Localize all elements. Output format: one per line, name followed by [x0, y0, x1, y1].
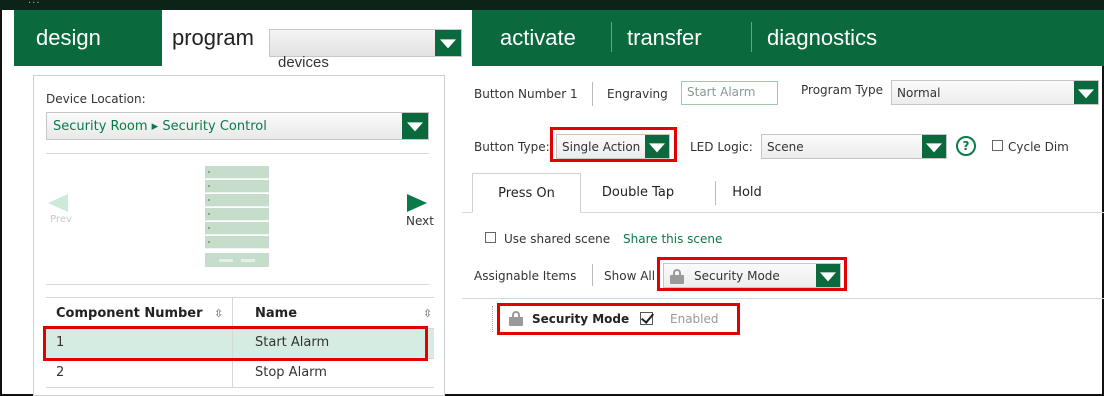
- cell-name: Start Alarm: [255, 335, 330, 350]
- tab-double-tap[interactable]: Double Tap: [588, 173, 688, 213]
- column-header-name[interactable]: Name ⇳: [233, 298, 434, 328]
- cell-name: Stop Alarm: [255, 365, 327, 380]
- engraving-label: Engraving: [607, 87, 668, 101]
- assignable-filter-select[interactable]: Security Mode: [663, 263, 841, 288]
- use-shared-scene-label: Use shared scene: [504, 232, 611, 246]
- use-shared-scene-checkbox[interactable]: [485, 232, 496, 243]
- share-scene-link[interactable]: Share this scene: [623, 232, 722, 246]
- divider: [715, 181, 716, 205]
- chevron-down-icon[interactable]: [816, 264, 840, 287]
- keypad-button: [205, 208, 269, 221]
- tab-program[interactable]: program devices: [162, 10, 472, 71]
- lock-icon: [670, 269, 684, 284]
- divider: [462, 298, 1104, 299]
- enabled-checkbox[interactable]: [640, 312, 653, 325]
- chevron-down-icon[interactable]: [1074, 81, 1098, 104]
- button-number-label: Button Number 1: [474, 87, 578, 101]
- chevron-down-icon[interactable]: [645, 135, 669, 158]
- tab-design[interactable]: design: [36, 10, 101, 66]
- tree-line: [492, 306, 493, 332]
- program-type-label: Program Type: [801, 83, 884, 97]
- button-type-label: Button Type:: [474, 140, 550, 154]
- nav-divider: [751, 22, 752, 52]
- led-logic-value: Scene: [767, 140, 804, 154]
- keypad-button: [205, 194, 269, 207]
- chevron-down-icon[interactable]: [402, 113, 428, 139]
- divider: [46, 284, 429, 285]
- device-location-select[interactable]: Security Room ▸ Security Control: [46, 112, 429, 140]
- prev-button[interactable]: Prev: [44, 194, 78, 225]
- cycle-dim-checkbox[interactable]: [992, 140, 1003, 151]
- program-type-value: Normal: [897, 86, 941, 100]
- keypad-button: [205, 166, 269, 179]
- component-table: Component Number ⇳ Name ⇳ 1 Start Alarm …: [46, 297, 434, 388]
- table-row[interactable]: 1 Start Alarm: [46, 329, 434, 359]
- prev-label: Prev: [50, 214, 72, 225]
- chevron-down-icon[interactable]: [922, 135, 946, 158]
- led-logic-label: LED Logic:: [690, 140, 753, 154]
- tab-program-label[interactable]: program: [172, 25, 254, 50]
- device-location-value: Security Room ▸ Security Control: [53, 119, 267, 134]
- main-nav: design program devices activate transfer…: [14, 10, 1104, 71]
- engraving-input[interactable]: Start Alarm: [681, 81, 778, 105]
- cell-component-number: 2: [46, 359, 233, 387]
- arrow-right-icon: [407, 194, 427, 212]
- tab-activate[interactable]: activate: [500, 10, 576, 66]
- help-icon[interactable]: ?: [956, 136, 976, 156]
- program-type-select[interactable]: Normal: [891, 80, 1099, 105]
- show-all-link[interactable]: Show All: [604, 269, 655, 283]
- column-header-label: Component Number: [56, 306, 203, 321]
- chevron-down-icon[interactable]: [435, 30, 461, 56]
- keypad-raise-lower: [205, 253, 269, 267]
- button-type-value: Single Action: [562, 140, 641, 154]
- divider: [46, 153, 429, 154]
- devices-dropdown[interactable]: devices: [269, 29, 462, 71]
- tab-diagnostics[interactable]: diagnostics: [767, 10, 877, 66]
- assignable-item-name: Security Mode: [532, 312, 630, 326]
- tab-press-on[interactable]: Press On: [472, 173, 581, 213]
- assignable-item-status: Enabled: [670, 312, 719, 326]
- table-header: Component Number ⇳ Name ⇳: [46, 297, 434, 329]
- keypad-image: [205, 166, 269, 270]
- assignable-items-label: Assignable Items: [474, 269, 577, 283]
- column-header-component[interactable]: Component Number ⇳: [46, 298, 233, 328]
- cycle-dim-label: Cycle Dim: [1008, 140, 1069, 154]
- title-strip: ···: [0, 0, 1104, 10]
- nav-divider: [611, 22, 612, 52]
- divider: [592, 264, 593, 286]
- table-row[interactable]: 2 Stop Alarm: [46, 359, 434, 388]
- button-type-select[interactable]: Single Action: [556, 134, 670, 159]
- column-header-label: Name: [255, 306, 298, 321]
- assignable-filter-value: Security Mode: [694, 269, 780, 283]
- tab-hold[interactable]: Hold: [724, 173, 770, 213]
- device-panel: Device Location: Security Room ▸ Securit…: [33, 75, 445, 396]
- device-location-label: Device Location:: [46, 92, 146, 106]
- cell-component-number: 1: [46, 329, 233, 358]
- led-logic-select[interactable]: Scene: [761, 134, 947, 159]
- next-button[interactable]: Next: [403, 194, 437, 228]
- keypad-button: [205, 222, 269, 235]
- next-label: Next: [406, 214, 434, 228]
- keypad-button: [205, 180, 269, 193]
- sort-icon: ⇳: [214, 307, 224, 320]
- divider: [592, 82, 593, 106]
- lock-icon: [509, 311, 523, 326]
- sort-icon: ⇳: [423, 307, 433, 320]
- tab-transfer[interactable]: transfer: [627, 10, 702, 66]
- keypad-button: [205, 236, 269, 249]
- arrow-left-icon: [48, 194, 68, 212]
